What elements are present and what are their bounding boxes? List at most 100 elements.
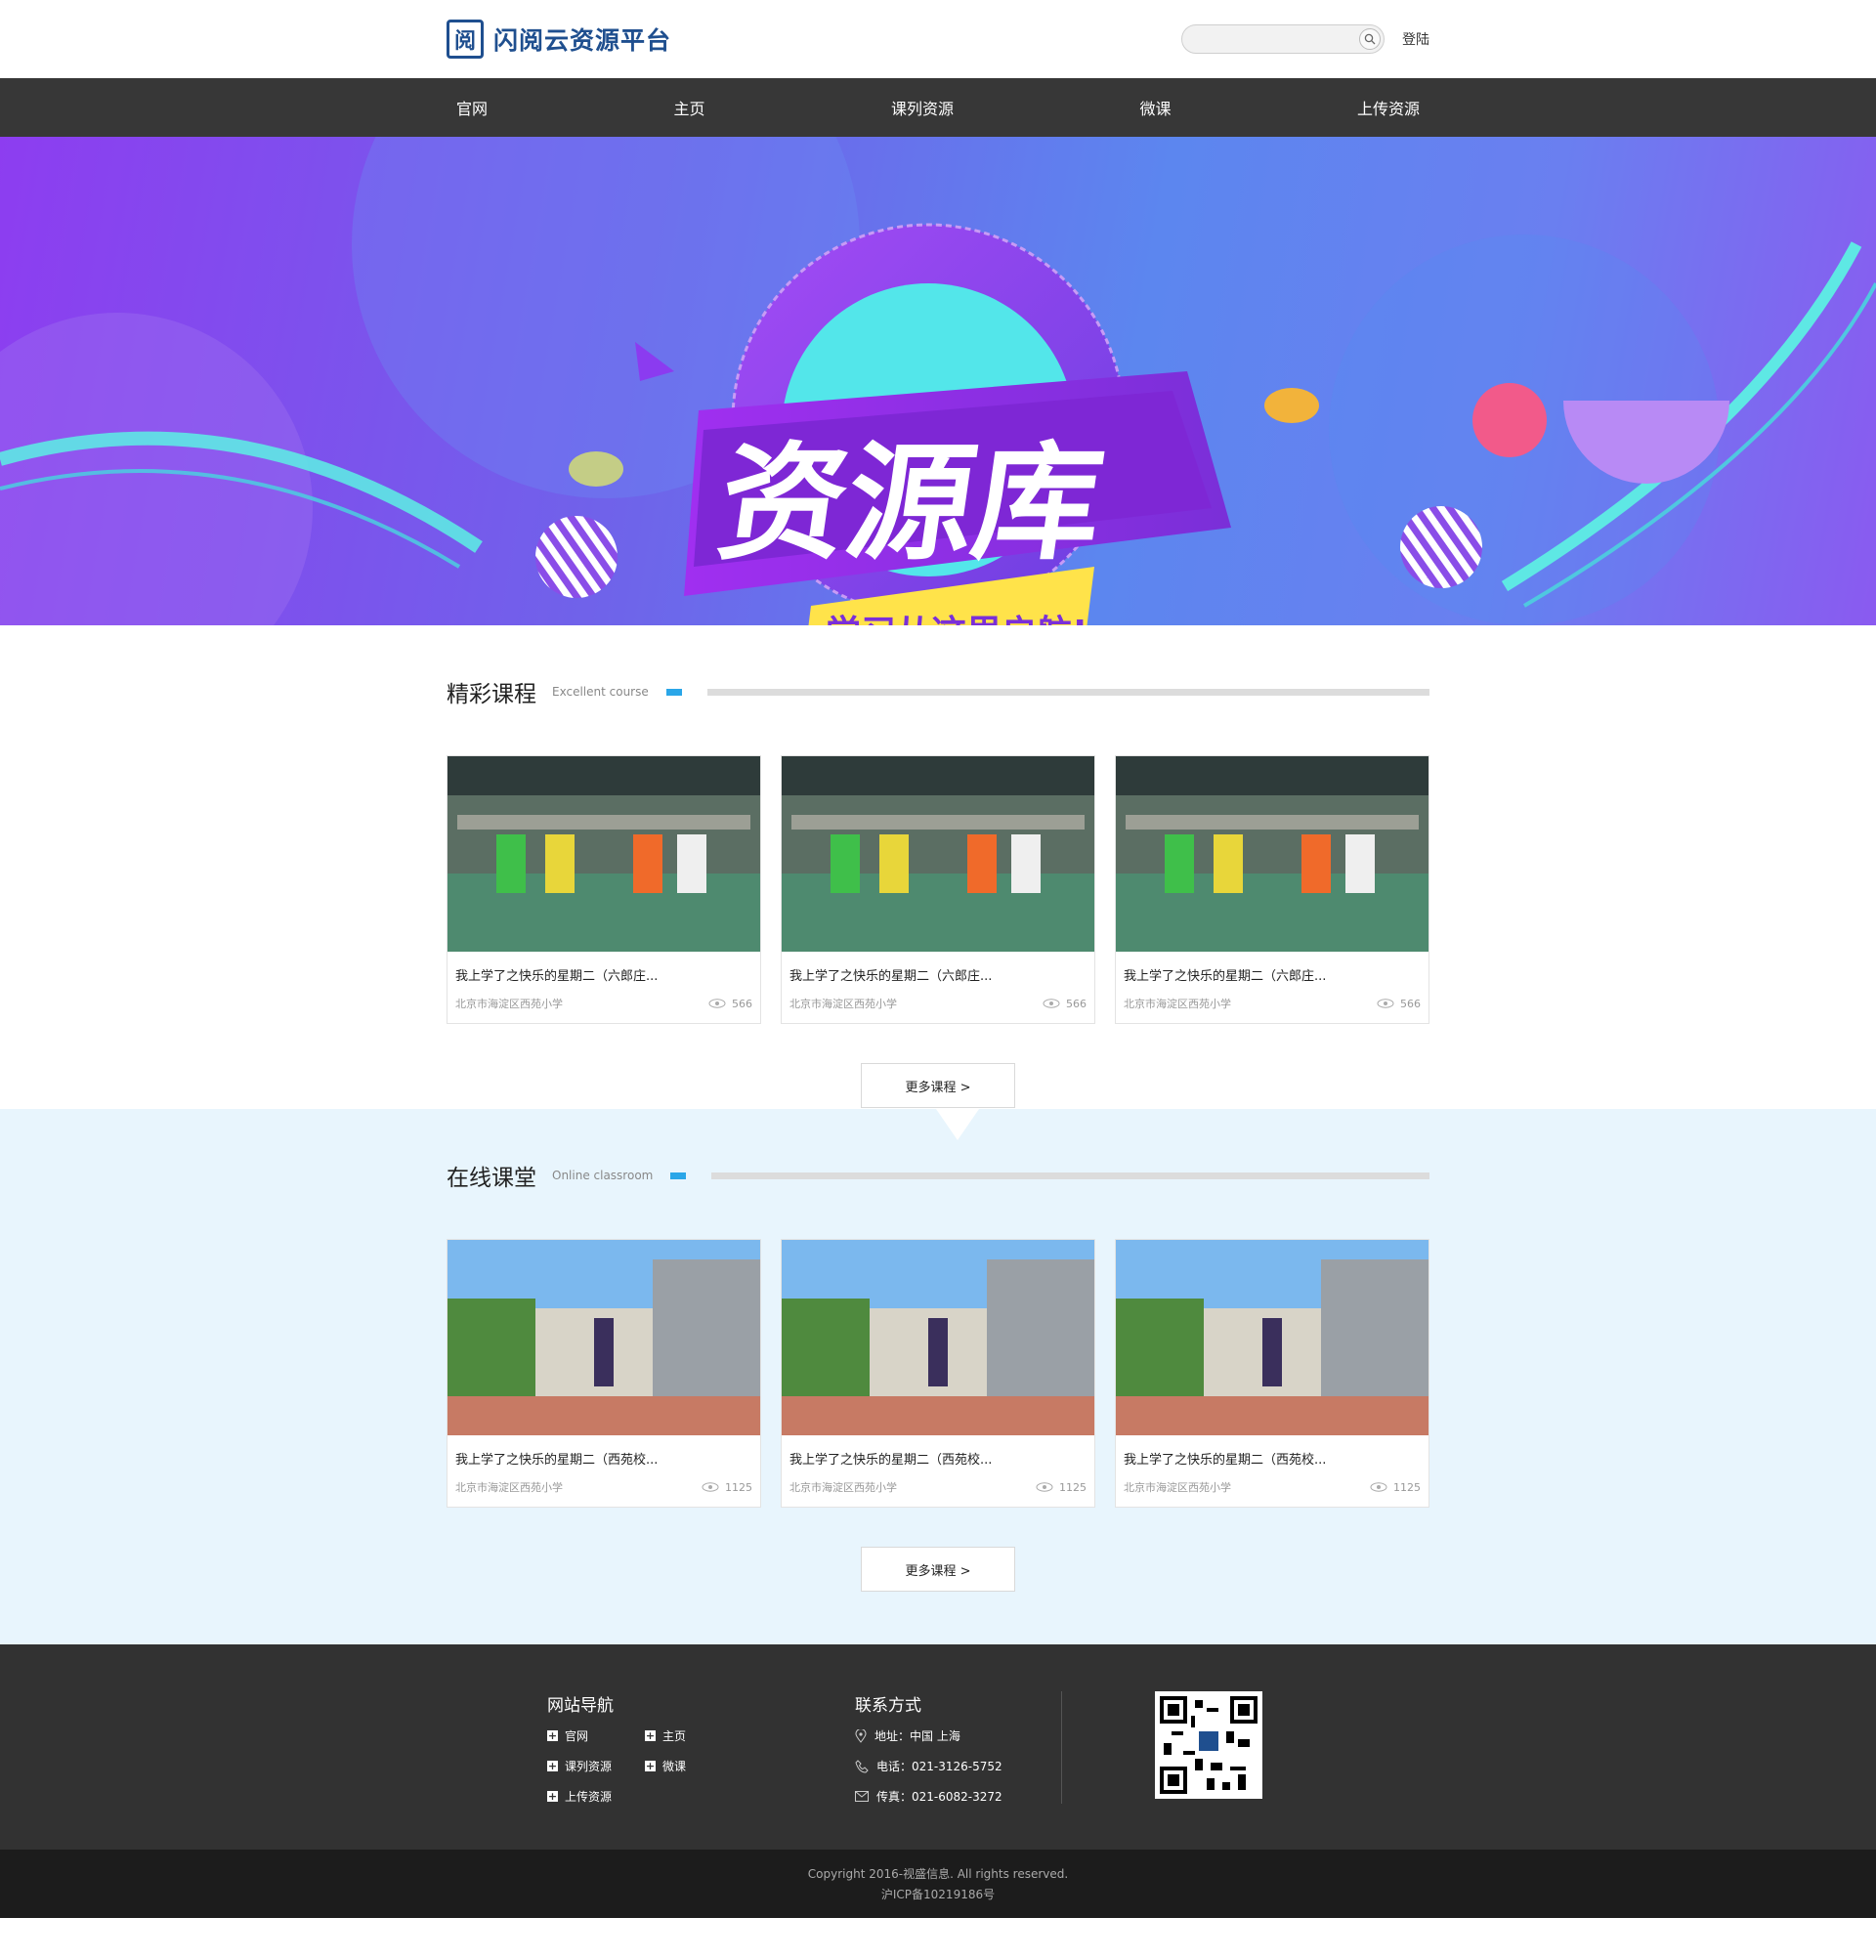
icp-text: 沪ICP备10219186号 bbox=[880, 1888, 996, 1901]
plus-icon: + bbox=[547, 1729, 558, 1742]
classroom-school: 北京市海淀区西苑小学 bbox=[789, 1481, 897, 1494]
course-thumbnail[interactable] bbox=[782, 756, 1094, 952]
eye-icon bbox=[1377, 999, 1394, 1008]
course-thumbnail[interactable] bbox=[448, 756, 760, 952]
view-count: 1125 bbox=[1393, 1480, 1421, 1494]
footer-link-micro-course[interactable]: + 微课 bbox=[645, 1758, 743, 1774]
view-count: 566 bbox=[732, 997, 752, 1010]
course-card[interactable]: 我上学了之快乐的星期二（六郎庄... 北京市海淀区西苑小学 566 bbox=[1115, 755, 1429, 1024]
classroom-thumbnail[interactable] bbox=[782, 1240, 1094, 1435]
section-accent-bar bbox=[670, 1172, 687, 1179]
section-title-en: Excellent course bbox=[552, 685, 649, 699]
course-school: 北京市海淀区西苑小学 bbox=[455, 998, 563, 1010]
search-icon bbox=[1364, 33, 1376, 45]
students-photo bbox=[448, 756, 760, 952]
classroom-card[interactable]: 我上学了之快乐的星期二（西苑校... 北京市海淀区西苑小学 1125 bbox=[447, 1239, 761, 1508]
classroom-title[interactable]: 我上学了之快乐的星期二（西苑校... bbox=[1116, 1435, 1428, 1468]
search-box bbox=[1181, 24, 1385, 55]
logo-text: 闪阅云资源平台 bbox=[493, 26, 672, 55]
plus-icon: + bbox=[645, 1760, 656, 1772]
classroom-card[interactable]: 我上学了之快乐的星期二（西苑校... 北京市海淀区西苑小学 1125 bbox=[1115, 1239, 1429, 1508]
plus-icon: + bbox=[547, 1760, 558, 1772]
nav-item-home[interactable]: 主页 bbox=[663, 96, 714, 119]
more-classroom-button[interactable]: 更多课程 > bbox=[861, 1547, 1015, 1592]
footer: 网站导航 + 官网 + 主页 + 课列资源 + 微课 + 上传资源 联系方式 地址：中国 … bbox=[0, 1644, 1876, 1850]
view-count: 1125 bbox=[725, 1480, 752, 1494]
view-count: 566 bbox=[1066, 997, 1087, 1010]
course-title[interactable]: 我上学了之快乐的星期二（六郎庄... bbox=[448, 952, 760, 984]
section-accent-bar bbox=[665, 688, 682, 696]
course-school: 北京市海淀区西苑小学 bbox=[1124, 998, 1231, 1010]
playground-photo bbox=[448, 1240, 760, 1435]
banner-title: 资源库 bbox=[710, 430, 1112, 577]
header: 阅 闪阅云资源平台 登陆 bbox=[0, 0, 1876, 78]
section-title-en: Online classroom bbox=[552, 1169, 654, 1182]
address-text: 地址：中国 上海 bbox=[874, 1729, 960, 1743]
classroom-title[interactable]: 我上学了之快乐的星期二（西苑校... bbox=[448, 1435, 760, 1468]
more-courses-button[interactable]: 更多课程 > bbox=[861, 1063, 1015, 1108]
classroom-school: 北京市海淀区西苑小学 bbox=[1124, 1481, 1231, 1494]
course-title[interactable]: 我上学了之快乐的星期二（六郎庄... bbox=[1116, 952, 1428, 984]
login-link[interactable]: 登陆 bbox=[1402, 29, 1429, 49]
classroom-thumbnail[interactable] bbox=[1116, 1240, 1428, 1435]
eye-icon bbox=[702, 1482, 719, 1492]
logo-icon: 阅 bbox=[447, 20, 484, 59]
eye-icon bbox=[708, 999, 726, 1008]
course-school: 北京市海淀区西苑小学 bbox=[789, 998, 897, 1010]
view-count: 566 bbox=[1400, 997, 1421, 1010]
course-card[interactable]: 我上学了之快乐的星期二（六郎庄... 北京市海淀区西苑小学 566 bbox=[781, 755, 1095, 1024]
classroom-school: 北京市海淀区西苑小学 bbox=[455, 1481, 563, 1494]
classroom-title[interactable]: 我上学了之快乐的星期二（西苑校... bbox=[782, 1435, 1094, 1468]
section-notch bbox=[936, 1109, 979, 1140]
section-divider bbox=[711, 1172, 1429, 1179]
footer-link-official[interactable]: + 官网 bbox=[547, 1727, 645, 1744]
footer-divider bbox=[1060, 1691, 1062, 1804]
footer-link-home[interactable]: + 主页 bbox=[645, 1727, 743, 1744]
nav-item-course-resources[interactable]: 课列资源 bbox=[881, 96, 963, 119]
eye-icon bbox=[1043, 999, 1060, 1008]
copyright-text: Copyright 2016-视盛信息. All rights reserved… bbox=[807, 1867, 1069, 1881]
qr-code bbox=[1154, 1691, 1262, 1799]
location-icon bbox=[855, 1728, 867, 1743]
hero-banner[interactable]: 资源库 学习从这里启航! bbox=[0, 137, 1876, 625]
search-input[interactable] bbox=[1194, 25, 1354, 55]
copyright-bar: Copyright 2016-视盛信息. All rights reserved… bbox=[0, 1850, 1876, 1918]
mail-icon bbox=[855, 1791, 869, 1802]
main-nav: 官网 主页 课列资源 微课 上传资源 bbox=[0, 78, 1876, 137]
section-title: 精彩课程 Excellent course bbox=[447, 672, 1429, 711]
logo[interactable]: 阅 闪阅云资源平台 bbox=[447, 20, 671, 59]
footer-link-upload[interactable]: + 上传资源 bbox=[547, 1788, 645, 1805]
search-button[interactable] bbox=[1359, 28, 1381, 50]
plus-icon: + bbox=[547, 1790, 558, 1803]
phone-icon bbox=[855, 1759, 869, 1773]
students-photo bbox=[1116, 756, 1428, 952]
classroom-thumbnail[interactable] bbox=[448, 1240, 760, 1435]
course-title[interactable]: 我上学了之快乐的星期二（六郎庄... bbox=[782, 952, 1094, 984]
qr-code-icon bbox=[1159, 1696, 1258, 1794]
online-classroom-section: 在线课堂 Online classroom 我上学了之快乐的星期二（西苑校...… bbox=[0, 1109, 1876, 1644]
view-count: 1125 bbox=[1059, 1480, 1087, 1494]
eye-icon bbox=[1036, 1482, 1053, 1492]
course-card[interactable]: 我上学了之快乐的星期二（六郎庄... 北京市海淀区西苑小学 566 bbox=[447, 755, 761, 1024]
section-title: 在线课堂 Online classroom bbox=[447, 1156, 1429, 1195]
classroom-card[interactable]: 我上学了之快乐的星期二（西苑校... 北京市海淀区西苑小学 1125 bbox=[781, 1239, 1095, 1508]
footer-contact: 联系方式 地址：中国 上海 电话：021-3126-5752 传真：021-60… bbox=[855, 1691, 1002, 1805]
eye-icon bbox=[1370, 1482, 1387, 1492]
banner-illustration: 资源库 学习从这里启航! bbox=[0, 137, 1876, 625]
footer-nav: 网站导航 + 官网 + 主页 + 课列资源 + 微课 + 上传资源 bbox=[547, 1691, 855, 1805]
course-thumbnail[interactable] bbox=[1116, 756, 1428, 952]
nav-item-micro-course[interactable]: 微课 bbox=[1130, 96, 1180, 119]
phone-text: 电话：021-3126-5752 bbox=[876, 1760, 1002, 1773]
nav-item-upload[interactable]: 上传资源 bbox=[1347, 96, 1429, 119]
nav-item-official[interactable]: 官网 bbox=[447, 96, 497, 119]
section-divider bbox=[706, 688, 1429, 696]
playground-photo bbox=[1116, 1240, 1428, 1435]
section-title-cn: 在线课堂 bbox=[447, 1166, 536, 1191]
section-title-cn: 精彩课程 bbox=[447, 682, 536, 707]
plus-icon: + bbox=[645, 1729, 656, 1742]
fax-text: 传真：021-6082-3272 bbox=[876, 1790, 1002, 1804]
footer-contact-title: 联系方式 bbox=[855, 1696, 921, 1716]
footer-link-course-resources[interactable]: + 课列资源 bbox=[547, 1758, 645, 1774]
students-photo bbox=[782, 756, 1094, 952]
playground-photo bbox=[782, 1240, 1094, 1435]
